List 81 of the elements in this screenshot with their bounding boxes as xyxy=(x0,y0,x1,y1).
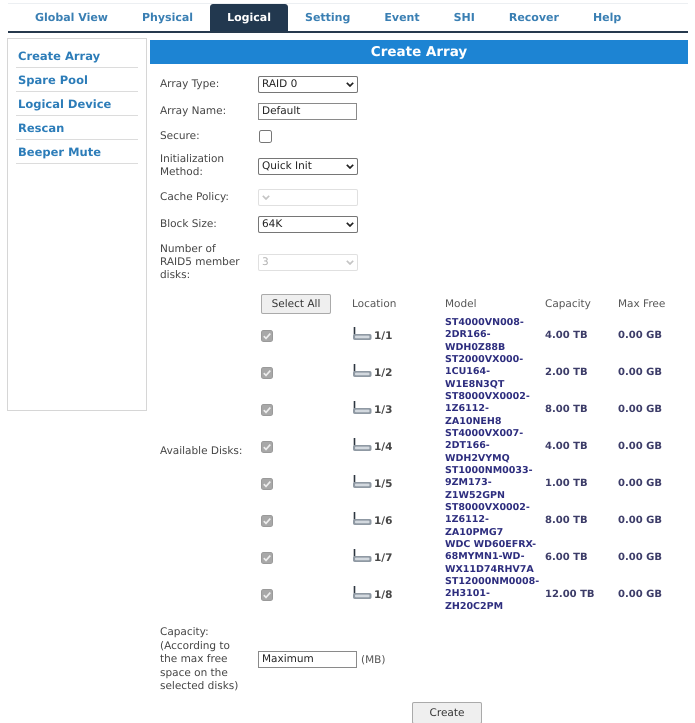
nav-tab[interactable]: Recover xyxy=(492,4,576,31)
text-field[interactable]: Default xyxy=(258,103,357,120)
disk-drive-icon xyxy=(352,549,372,562)
disk-drive-icon xyxy=(352,512,372,525)
disk-capacity: 8.00 TB xyxy=(545,404,588,415)
sidebar-link[interactable]: Spare Pool xyxy=(18,73,88,87)
nav-tab[interactable]: Help xyxy=(576,4,638,31)
dropdown[interactable]: RAID 0 xyxy=(258,76,358,93)
disk-capacity: 1.00 TB xyxy=(545,478,588,489)
disk-capacity: 4.00 TB xyxy=(545,441,588,452)
column-header: Capacity xyxy=(545,298,591,310)
dropdown[interactable]: Quick Init xyxy=(258,158,358,174)
sidebar-link[interactable]: Create Array xyxy=(18,49,100,63)
disk-drive-icon xyxy=(352,586,372,599)
nav-tab[interactable]: Physical xyxy=(124,4,210,31)
disk-drive-icon xyxy=(352,475,372,488)
caret-icon xyxy=(262,195,270,200)
disk-location: 1/1 xyxy=(374,330,392,342)
disk-location: 1/7 xyxy=(374,552,392,564)
disk-max-free: 0.00 GB xyxy=(618,515,662,526)
caret-icon xyxy=(346,260,354,265)
disk-location: 1/3 xyxy=(374,404,392,416)
field-label: Number of RAID5 member disks: xyxy=(160,243,241,282)
disk-drive-icon xyxy=(352,364,372,377)
caret-icon xyxy=(346,164,354,168)
disk-drive-icon xyxy=(352,327,372,340)
disk-max-free: 0.00 GB xyxy=(618,478,662,489)
create-button[interactable]: Create xyxy=(412,702,482,723)
caret-icon xyxy=(346,222,354,227)
panel-header: Create Array xyxy=(150,40,688,64)
checkbox[interactable] xyxy=(259,130,272,143)
select-all-button[interactable]: Select All xyxy=(261,294,331,314)
nav-tab[interactable]: SHI xyxy=(436,4,492,31)
field-label: Array Name: xyxy=(160,105,228,118)
field-label: Block Size: xyxy=(160,218,218,231)
nav-tab[interactable]: Global View xyxy=(18,4,125,31)
disk-model: ST1000NM0033-9ZM173-Z1W52GPN xyxy=(445,465,534,502)
disk-model: ST2000VX000-1CU164-W1E8N3QT xyxy=(445,354,524,391)
field-label: Secure: xyxy=(160,130,201,143)
nav-tab[interactable]: Event xyxy=(367,4,437,31)
field-label: Array Type: xyxy=(160,78,220,91)
nav-tab[interactable]: Setting xyxy=(288,4,368,31)
disk-capacity: 12.00 TB xyxy=(545,589,595,600)
field-label: Available Disks: xyxy=(160,444,244,458)
disk-location: 1/8 xyxy=(374,588,392,600)
disk-capacity: 4.00 TB xyxy=(545,330,588,341)
column-header: Location xyxy=(352,298,396,310)
disk-location: 1/4 xyxy=(374,440,392,452)
disk-model: ST12000NM0008-2H3101-ZH20C2PM xyxy=(445,576,540,613)
disk-model: ST8000VX0002-1Z6112-ZA10NEH8 xyxy=(445,391,531,428)
nav-tab[interactable]: Logical xyxy=(210,4,288,31)
sidebar-link[interactable]: Beeper Mute xyxy=(18,145,101,159)
unit-label: (MB) xyxy=(361,654,386,666)
column-header: Max Free xyxy=(618,298,666,310)
disk-max-free: 0.00 GB xyxy=(618,589,662,600)
disk-capacity: 2.00 TB xyxy=(545,367,588,378)
disk-max-free: 0.00 GB xyxy=(618,552,662,563)
disk-model: ST4000VN008-2DR166-WDH0Z88B xyxy=(445,317,525,354)
disk-location: 1/5 xyxy=(374,478,392,490)
disk-max-free: 0.00 GB xyxy=(618,330,662,341)
disk-model: ST8000VX0002-1Z6112-ZA10PMG7 xyxy=(445,502,531,539)
disk-capacity: 6.00 TB xyxy=(545,552,588,563)
disk-location: 1/2 xyxy=(374,366,392,378)
disk-drive-icon xyxy=(352,401,372,414)
field-label: Cache Policy: xyxy=(160,191,230,204)
field-label: Initialization Method: xyxy=(160,153,226,179)
column-header: Model xyxy=(445,298,477,310)
text-field[interactable]: Maximum xyxy=(258,651,357,668)
disk-max-free: 0.00 GB xyxy=(618,367,662,378)
disk-max-free: 0.00 GB xyxy=(618,404,662,415)
disk-model: ST4000VX007-2DT166-WDH2VYMQ xyxy=(445,428,524,465)
disk-max-free: 0.00 GB xyxy=(618,441,662,452)
disk-drive-icon xyxy=(352,438,372,451)
sidebar-link[interactable]: Rescan xyxy=(18,121,64,135)
disk-capacity: 8.00 TB xyxy=(545,515,588,526)
dropdown[interactable]: 64K xyxy=(258,216,358,233)
disk-model: WDC WD60EFRX-68MYMN1-WD-WX11D74RHV7A xyxy=(445,539,538,576)
caret-icon xyxy=(346,82,354,87)
disk-location: 1/6 xyxy=(374,514,392,526)
sidebar-link[interactable]: Logical Device xyxy=(18,97,112,111)
field-label: Capacity: (According to the max free space on the selected disks) xyxy=(160,626,240,694)
